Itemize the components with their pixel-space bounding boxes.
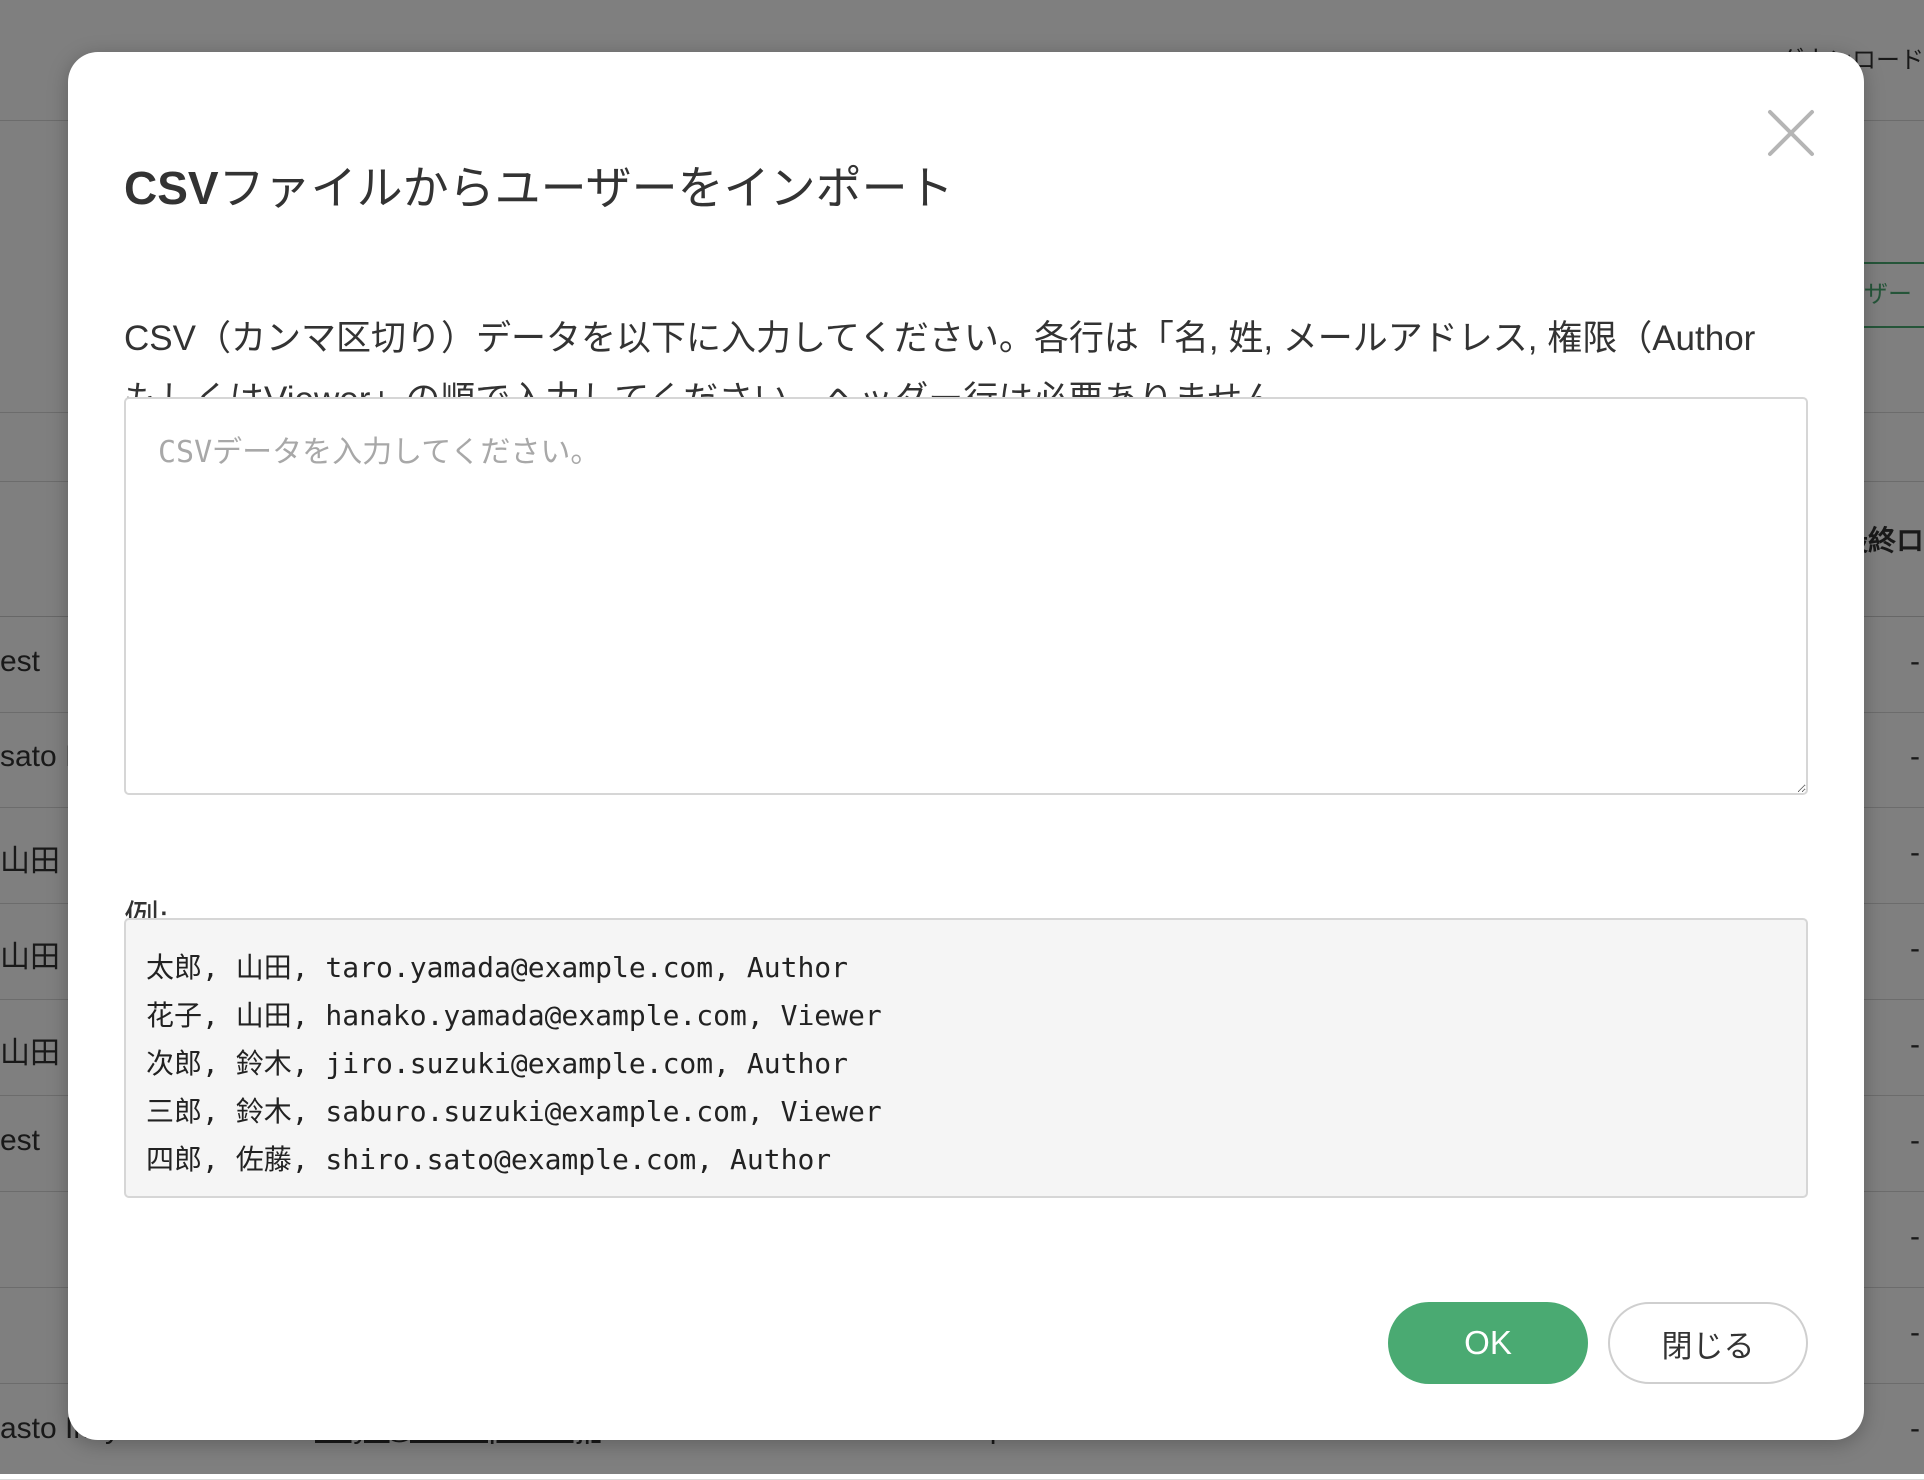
example-line: 花子, 山田, hanako.yamada@example.com, Viewe…: [146, 999, 882, 1032]
example-line: 太郎, 山田, taro.yamada@example.com, Author: [146, 951, 849, 984]
close-x-glyph: [1768, 110, 1814, 156]
dialog-title-text: ファイルからユーザーをインポート: [218, 162, 954, 214]
description-line-1: CSV（カンマ区切り）データを以下に入力してください。各行は「名, 姓, メール…: [124, 319, 1756, 358]
close-button[interactable]: 閉じる: [1608, 1302, 1808, 1384]
dialog-title-prefix: CSV: [124, 162, 219, 214]
example-code-block: 太郎, 山田, taro.yamada@example.com, Author …: [124, 918, 1808, 1198]
close-icon[interactable]: [1764, 106, 1818, 160]
csv-input[interactable]: [124, 397, 1808, 795]
example-line: 次郎, 鈴木, jiro.suzuki@example.com, Author: [146, 1047, 849, 1080]
example-line: 三郎, 鈴木, saburo.suzuki@example.com, Viewe…: [146, 1095, 882, 1128]
example-line: 四郎, 佐藤, shiro.sato@example.com, Author: [146, 1143, 832, 1176]
dialog-title: CSVファイルからユーザーをインポート: [124, 157, 954, 219]
csv-import-dialog: CSVファイルからユーザーをインポート CSV（カンマ区切り）データを以下に入力…: [68, 52, 1864, 1440]
ok-button[interactable]: OK: [1388, 1302, 1588, 1384]
